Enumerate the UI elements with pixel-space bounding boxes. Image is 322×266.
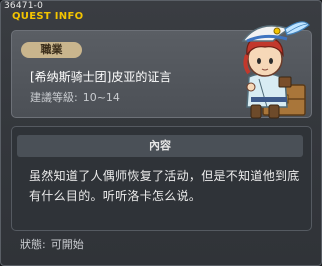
level-value: 10~14 xyxy=(82,91,120,104)
quest-id-label: 36471-0 xyxy=(4,1,44,11)
quest-status: 狀態: 可開始 xyxy=(20,238,84,252)
quest-name: [希纳斯骑士团]皮亚的证言 xyxy=(30,70,172,84)
npc-portrait-icon xyxy=(241,21,310,119)
status-value: 可開始 xyxy=(50,238,84,251)
category-badge: 職業 xyxy=(21,42,82,58)
recommended-level: 建議等級: 10~14 xyxy=(30,91,120,105)
content-header: 內容 xyxy=(17,135,303,157)
window-title: QUEST INFO xyxy=(12,11,84,22)
level-label: 建議等級: xyxy=(30,91,78,104)
status-label: 狀態: xyxy=(20,238,46,251)
quest-description: 虽然知道了人偶师恢复了活动，但是不知道他到底有什么目的。听听洛卡怎么说。 xyxy=(29,169,300,203)
quest-info-window: 36471-0 QUEST INFO 職業 [希纳斯骑士团]皮亚的证言 建議等級… xyxy=(0,0,322,266)
